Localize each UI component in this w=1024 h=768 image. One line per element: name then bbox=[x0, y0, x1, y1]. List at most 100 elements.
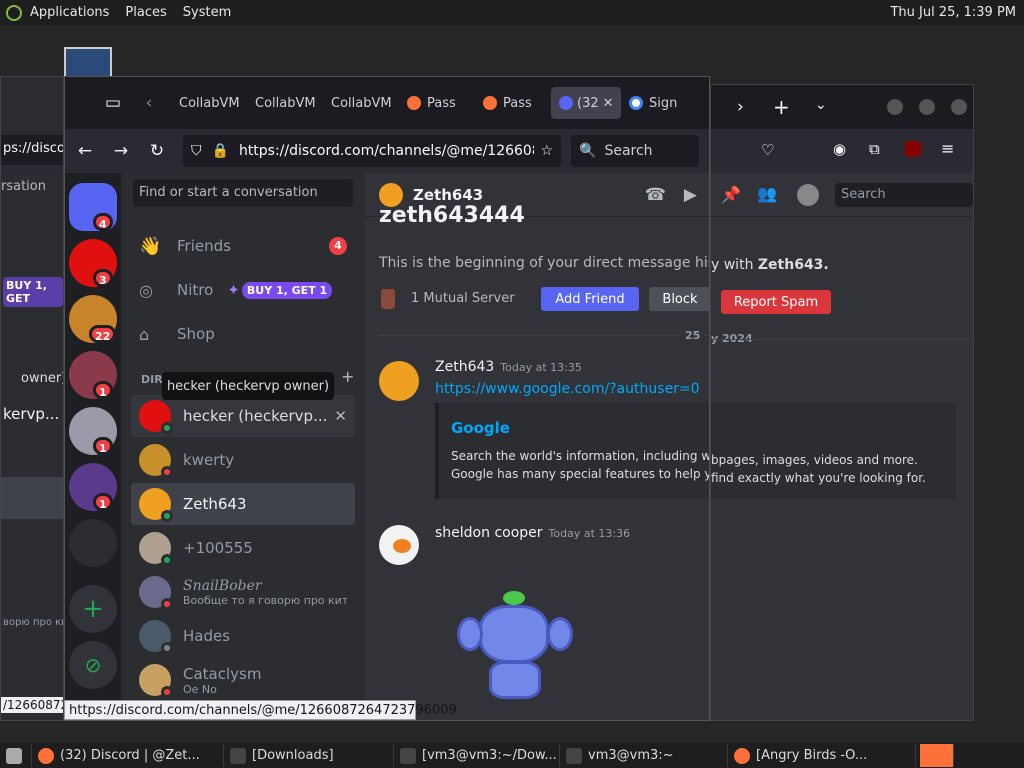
report-spam-button[interactable]: Report Spam bbox=[721, 290, 831, 314]
tab-list-icon[interactable]: ⌄ bbox=[815, 97, 827, 113]
pocket-icon[interactable]: ♡ bbox=[761, 141, 774, 159]
dm-item-zeth643[interactable]: Zeth643 bbox=[131, 483, 355, 525]
server-figure[interactable] bbox=[69, 519, 117, 567]
reload-icon[interactable]: ↻ bbox=[143, 137, 171, 165]
dm-item-hecker[interactable]: hecker (heckervp... ✕ bbox=[131, 395, 355, 437]
back-icon[interactable]: ← bbox=[71, 137, 99, 165]
profile-icon[interactable] bbox=[797, 184, 819, 206]
task-discord[interactable]: (32) Discord | @Zet... bbox=[32, 744, 224, 767]
pin-icon[interactable]: 📌 bbox=[721, 185, 741, 204]
avatar bbox=[379, 361, 419, 401]
bg-link-text: /12660872 bbox=[1, 697, 63, 713]
date-divider-line bbox=[379, 335, 709, 336]
dm-search-input[interactable]: Find or start a conversation bbox=[133, 179, 353, 207]
menu-icon[interactable]: ≡ bbox=[941, 139, 954, 158]
extensions-icon[interactable]: ⧉ bbox=[869, 140, 880, 158]
close-tab-icon[interactable]: ✕ bbox=[603, 96, 614, 111]
nav-bar: ← → ↻ ⛉ 🔒 https://discord.com/channels/@… bbox=[65, 129, 709, 173]
bg-user-text: kervp... bbox=[3, 405, 60, 423]
dm-item-100555[interactable]: +100555 bbox=[131, 527, 355, 569]
tab-pass-2[interactable]: Pass bbox=[475, 87, 551, 119]
message-link[interactable]: https://www.google.com/?authuser=0 bbox=[435, 381, 700, 397]
tab-collabvm-1[interactable]: CollabVM bbox=[171, 87, 247, 119]
task-terminal-1[interactable]: [vm3@vm3:~/Dow... bbox=[394, 744, 560, 767]
new-tab-icon[interactable]: + bbox=[773, 95, 790, 119]
embed-tail-1: bpages, images, videos and more. bbox=[711, 453, 918, 467]
server-badge: 1 bbox=[93, 493, 113, 511]
google-favicon-icon bbox=[629, 96, 643, 110]
create-dm-icon[interactable]: + bbox=[341, 367, 354, 386]
intro-text: This is the beginning of your direct mes… bbox=[379, 255, 710, 271]
mutual-servers[interactable]: 1 Mutual Server bbox=[411, 291, 515, 306]
folder-icon bbox=[230, 747, 246, 764]
firefox-icon bbox=[734, 747, 750, 764]
task-angry-birds[interactable]: [Angry Birds - O... bbox=[728, 744, 916, 767]
tab-pass-1[interactable]: Pass bbox=[399, 87, 475, 119]
dm-item-hades[interactable]: Hades bbox=[131, 615, 355, 657]
dm-item-cataclysm[interactable]: Cataclysm Oe No bbox=[131, 659, 355, 701]
add-server-icon[interactable]: + bbox=[69, 585, 117, 633]
ublock-icon[interactable] bbox=[905, 141, 921, 157]
menu-logo-icon[interactable] bbox=[6, 4, 22, 21]
url-text: https://discord.com/channels/@me/1266087… bbox=[238, 143, 535, 159]
applications-menu[interactable]: Applications bbox=[30, 5, 109, 20]
avatar bbox=[139, 664, 173, 698]
background-window-right[interactable]: › + ⌄ ♡ ◉ ⧉ ≡ 📌 👥 Search y with Zeth643.… bbox=[710, 84, 974, 721]
server-badge: 3 bbox=[93, 269, 113, 287]
tab-discord[interactable]: (32 ✕ bbox=[551, 87, 621, 119]
shield-icon[interactable]: ⛉ bbox=[191, 143, 202, 159]
tab-google[interactable]: Sign bbox=[621, 87, 691, 119]
task-downloads[interactable]: [Downloads] bbox=[224, 744, 394, 767]
system-menu[interactable]: System bbox=[183, 5, 231, 20]
firefox-view-icon[interactable]: ▭ bbox=[99, 89, 127, 117]
block-button[interactable]: Block bbox=[649, 287, 709, 311]
clock[interactable]: Thu Jul 25, 1:39 PM bbox=[890, 5, 1016, 20]
shop-nav[interactable]: ⌂ Shop bbox=[131, 313, 355, 355]
top-panel: Applications Places System Thu Jul 25, 1… bbox=[0, 0, 1024, 25]
close-dm-icon[interactable]: ✕ bbox=[334, 407, 347, 425]
bookmark-star-icon[interactable]: ☆ bbox=[540, 143, 553, 159]
minimize-icon[interactable] bbox=[887, 99, 903, 115]
voice-call-icon[interactable]: ☎ bbox=[645, 185, 666, 205]
embed-desc: Search the world's information, includin… bbox=[451, 449, 710, 463]
intro-text-tail: y with Zeth643. bbox=[711, 257, 829, 273]
close-window-icon[interactable] bbox=[951, 99, 967, 115]
friends-icon: 👋 bbox=[139, 235, 162, 257]
background-window-left[interactable]: ps://discor rsation BUY 1, GET owner) ke… bbox=[0, 76, 64, 721]
home-badge: 4 bbox=[93, 213, 113, 231]
chat-search-input[interactable]: Search bbox=[835, 183, 973, 207]
tab-collabvm-3[interactable]: CollabVM bbox=[323, 87, 399, 119]
explore-icon[interactable]: ⊘ bbox=[69, 641, 117, 689]
mutual-server-icon bbox=[381, 289, 395, 309]
tab-scroll-right-icon[interactable]: › bbox=[737, 97, 744, 117]
task-terminal-2[interactable]: vm3@vm3:~ bbox=[560, 744, 728, 767]
show-desktop-button[interactable] bbox=[0, 744, 32, 767]
maximize-icon[interactable] bbox=[919, 99, 935, 115]
embed-tail-2: find exactly what you're looking for. bbox=[711, 471, 926, 485]
dm-item-kwerty[interactable]: kwerty bbox=[131, 439, 355, 481]
url-bar[interactable]: ⛉ 🔒 https://discord.com/channels/@me/126… bbox=[183, 135, 561, 167]
search-bar[interactable]: 🔍 Search bbox=[571, 135, 699, 167]
search-icon: 🔍 bbox=[579, 143, 597, 159]
account-icon[interactable]: ◉ bbox=[833, 140, 846, 158]
bg-owner-text: owner) bbox=[21, 371, 64, 386]
firefox-window[interactable]: ▭ ‹ CollabVM CollabVM CollabVM Pass Pass… bbox=[64, 76, 710, 721]
forward-icon[interactable]: → bbox=[107, 137, 135, 165]
bg-promo-pill: BUY 1, GET bbox=[3, 277, 63, 307]
lock-icon[interactable]: 🔒 bbox=[212, 143, 229, 159]
dm-tooltip: hecker (heckervp owner) bbox=[162, 372, 334, 400]
wumpus-sticker[interactable] bbox=[455, 591, 575, 701]
tab-collabvm-2[interactable]: CollabVM bbox=[247, 87, 323, 119]
bg-conv-text: rsation bbox=[1, 179, 46, 194]
places-menu[interactable]: Places bbox=[125, 5, 166, 20]
video-call-icon[interactable]: ▶ bbox=[684, 185, 697, 205]
task-firefox-icon[interactable] bbox=[920, 744, 954, 767]
embed-title[interactable]: Google bbox=[451, 419, 510, 437]
add-member-icon[interactable]: 👥 bbox=[757, 184, 777, 203]
add-friend-button[interactable]: Add Friend bbox=[541, 287, 639, 311]
nitro-nav[interactable]: ◎ Nitro ✦ BUY 1, GET 1 bbox=[131, 269, 355, 311]
desktop-icon bbox=[6, 747, 22, 764]
tab-scroll-left-icon[interactable]: ‹ bbox=[135, 89, 163, 117]
friends-nav[interactable]: 👋 Friends 4 bbox=[131, 225, 355, 267]
dm-item-snailbober[interactable]: SnailBober Вообще то я говорю про кит... bbox=[131, 571, 355, 613]
